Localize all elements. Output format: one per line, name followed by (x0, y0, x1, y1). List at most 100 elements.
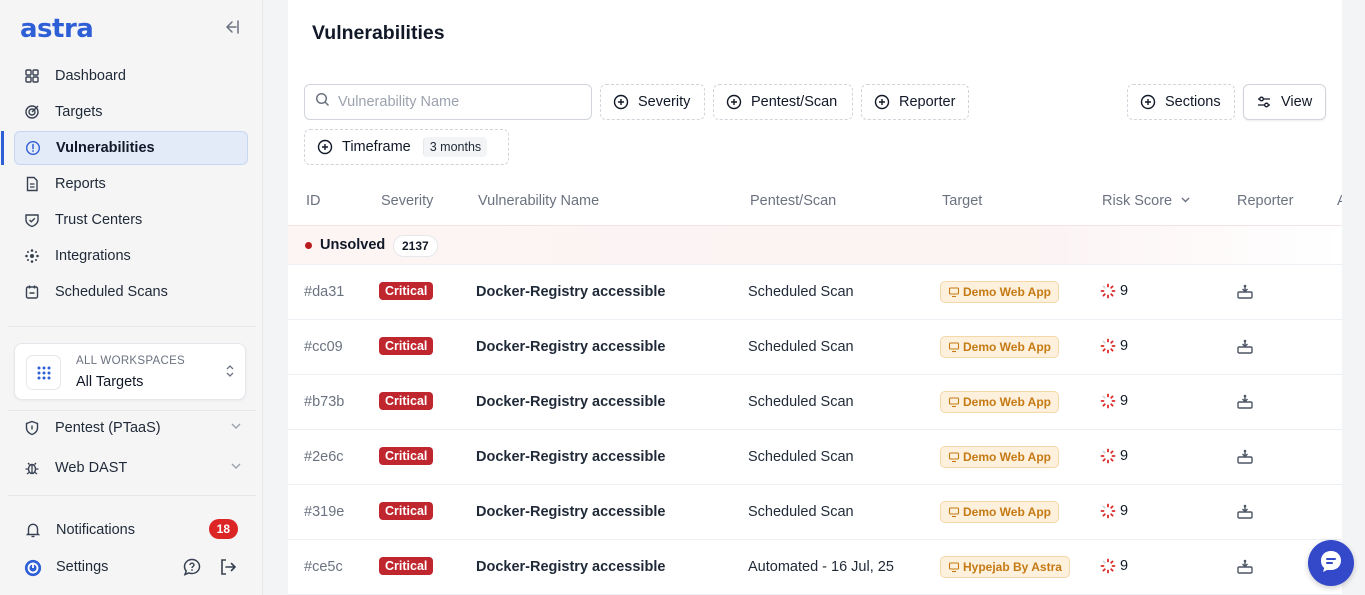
sidebar-group-pentest[interactable]: Pentest (PTaaS) (24, 416, 242, 440)
search-input[interactable] (338, 94, 578, 110)
target-label: Demo Web App (963, 395, 1052, 409)
workspace-value: All Targets (76, 374, 144, 390)
vuln-id[interactable]: #ce5c (304, 559, 343, 575)
shield-icon (24, 420, 40, 436)
reporter-filter-label: Reporter (899, 94, 956, 110)
severity-badge: Critical (379, 337, 434, 355)
sidebar-item-integrations[interactable]: Integrations (14, 239, 248, 273)
notifications-item[interactable]: Notifications 18 (24, 516, 238, 544)
logout-icon[interactable] (218, 557, 238, 581)
severity-badge: Critical (379, 557, 434, 575)
vuln-id[interactable]: #319e (304, 504, 344, 520)
view-label: View (1281, 94, 1313, 110)
severity-badge: Critical (379, 282, 434, 300)
scanner-reporter-icon (1236, 283, 1254, 306)
bell-icon (24, 521, 42, 539)
vulnerability-name[interactable]: Docker-Registry accessible (476, 339, 665, 355)
pentest-scan-filter-button[interactable]: Pentest/Scan (713, 84, 853, 120)
integrations-icon (24, 248, 40, 264)
target-badge[interactable]: Demo Web App (940, 281, 1060, 303)
vulnerability-name[interactable]: Docker-Registry accessible (476, 284, 665, 300)
target-badge[interactable]: Demo Web App (940, 336, 1060, 358)
column-header-risk-score-label: Risk Score (1102, 193, 1173, 209)
sidebar-item-targets[interactable]: Targets (14, 95, 248, 129)
sidebar: astra Dashboard Targets Vulnerabilities … (0, 0, 263, 595)
sort-chevron-down-icon (1180, 193, 1191, 209)
table-row[interactable]: #da31 Critical Docker-Registry accessible S… (288, 265, 1342, 320)
monitor-icon (948, 341, 960, 353)
vulnerability-name[interactable]: Docker-Registry accessible (476, 449, 665, 465)
scanner-reporter-icon (1236, 393, 1254, 416)
scanner-reporter-icon (1236, 503, 1254, 526)
vuln-id[interactable]: #b73b (304, 394, 344, 410)
vulnerability-name[interactable]: Docker-Registry accessible (476, 394, 665, 410)
monitor-icon (948, 506, 960, 518)
column-header-id[interactable]: ID (306, 193, 321, 209)
column-header-vulnerability-name[interactable]: Vulnerability Name (478, 193, 599, 209)
page-title: Vulnerabilities (312, 22, 445, 44)
astra-logo[interactable]: astra (20, 14, 94, 44)
vuln-id[interactable]: #da31 (304, 284, 344, 300)
vulnerability-name[interactable]: Docker-Registry accessible (476, 504, 665, 520)
search-box[interactable] (304, 84, 592, 120)
sidebar-item-label: Reports (55, 176, 106, 192)
severity-badge: Critical (379, 392, 434, 410)
group-label: Unsolved (320, 237, 386, 253)
severity-filter-label: Severity (638, 94, 691, 110)
sidebar-item-reports[interactable]: Reports (14, 167, 248, 201)
table-row[interactable]: #b73b Critical Docker-Registry accessible S… (288, 375, 1342, 430)
sidebar-group-web-dast[interactable]: Web DAST (24, 456, 242, 480)
column-header-severity[interactable]: Severity (381, 193, 433, 209)
sidebar-item-dashboard[interactable]: Dashboard (14, 59, 248, 93)
target-badge[interactable]: Demo Web App (940, 446, 1060, 468)
chevron-down-icon (230, 420, 242, 436)
risk-gauge-icon (1100, 448, 1116, 464)
group-count-badge: 2137 (393, 235, 438, 257)
risk-score: 9 (1100, 338, 1128, 354)
column-header-reporter[interactable]: Reporter (1237, 193, 1293, 209)
target-badge[interactable]: Hypejab By Astra (940, 556, 1070, 578)
vuln-id[interactable]: #cc09 (304, 339, 343, 355)
settings-item[interactable]: Settings (24, 553, 238, 581)
target-label: Hypejab By Astra (963, 560, 1062, 574)
sidebar-item-trust-centers[interactable]: Trust Centers (14, 203, 248, 237)
sidebar-nav: Dashboard Targets Vulnerabilities Report… (1, 59, 248, 311)
sidebar-item-label: Trust Centers (55, 212, 143, 228)
column-header-pentest-scan[interactable]: Pentest/Scan (750, 193, 836, 209)
notifications-label: Notifications (56, 522, 135, 538)
sidebar-item-label: Vulnerabilities (56, 140, 155, 156)
risk-gauge-icon (1100, 283, 1116, 299)
table-row[interactable]: #cc09 Critical Docker-Registry accessible S… (288, 320, 1342, 375)
shield-check-icon (24, 212, 40, 228)
timeframe-filter-button[interactable]: Timeframe 3 months (304, 129, 509, 165)
view-button[interactable]: View (1243, 84, 1326, 120)
target-badge[interactable]: Demo Web App (940, 501, 1060, 523)
help-chat-icon[interactable] (182, 557, 202, 581)
workspace-grid-icon (26, 355, 61, 390)
table-row[interactable]: #319e Critical Docker-Registry accessible S… (288, 485, 1342, 540)
table-row[interactable]: #ce5c Critical Docker-Registry accessible A… (288, 540, 1342, 595)
chat-support-button[interactable] (1308, 540, 1354, 586)
severity-badge: Critical (379, 447, 434, 465)
risk-score: 9 (1100, 393, 1128, 409)
severity-filter-button[interactable]: Severity (600, 84, 705, 120)
vuln-id[interactable]: #2e6c (304, 449, 344, 465)
column-header-risk-score[interactable]: Risk Score (1102, 193, 1191, 209)
scanner-reporter-icon (1236, 338, 1254, 361)
sections-button[interactable]: Sections (1127, 84, 1235, 120)
settings-actions (182, 557, 238, 581)
sidebar-item-vulnerabilities[interactable]: Vulnerabilities (1, 131, 248, 165)
group-row-unsolved[interactable]: Unsolved 2137 (288, 225, 1342, 265)
table-row[interactable]: #2e6c Critical Docker-Registry accessible S… (288, 430, 1342, 485)
workspace-selector[interactable]: ALL WORKSPACES All Targets (14, 343, 246, 400)
chevron-down-icon (230, 460, 242, 476)
reporter-filter-button[interactable]: Reporter (861, 84, 969, 120)
timeframe-value-pill: 3 months (422, 137, 488, 157)
vulnerability-name[interactable]: Docker-Registry accessible (476, 559, 665, 575)
sidebar-item-scheduled-scans[interactable]: Scheduled Scans (14, 275, 248, 309)
document-icon (24, 176, 40, 192)
target-badge[interactable]: Demo Web App (940, 391, 1060, 413)
monitor-icon (948, 561, 960, 573)
column-header-target[interactable]: Target (942, 193, 982, 209)
collapse-sidebar-icon[interactable] (222, 18, 242, 38)
